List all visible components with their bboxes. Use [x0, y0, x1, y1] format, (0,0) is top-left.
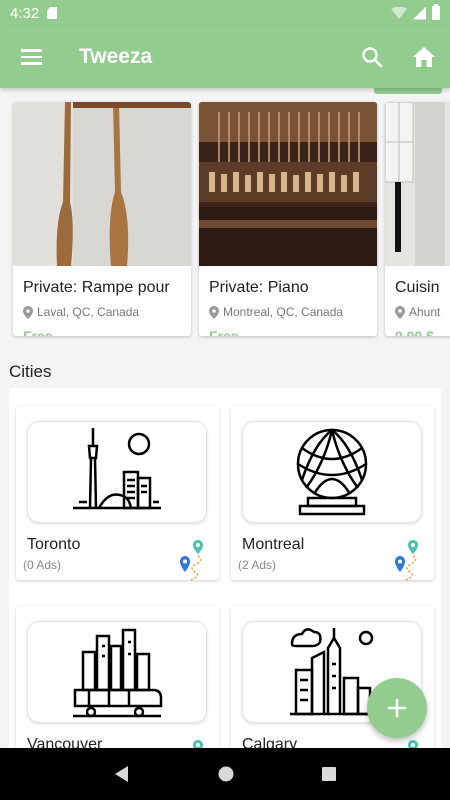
ad-image-piano: [199, 102, 377, 266]
city-name: Calgary: [242, 736, 298, 748]
see-all-button[interactable]: [374, 88, 442, 94]
toronto-skyline-icon: [27, 421, 207, 523]
route-icon: [408, 740, 418, 748]
route-icon: [193, 740, 203, 748]
menu-icon[interactable]: [0, 26, 62, 88]
home-circle-icon[interactable]: [217, 765, 235, 783]
vancouver-skyline-icon: [27, 621, 207, 723]
status-bar: 4:32: [0, 0, 450, 26]
city-name: Montreal: [242, 536, 305, 553]
ads-carousel[interactable]: Private: Rampe pour Laval, QC, Canada Fr…: [0, 102, 450, 340]
battery-icon: [432, 4, 440, 20]
city-card-toronto[interactable]: Toronto (0 Ads): [16, 406, 219, 581]
status-time: 4:32: [10, 4, 40, 22]
location-pin-icon: [209, 305, 219, 319]
city-card-vancouver[interactable]: Vancouver: [16, 606, 219, 748]
ad-card[interactable]: Private: Piano Montreal, QC, Canada Free: [199, 102, 377, 336]
ad-location: Laval, QC, Canada: [23, 305, 191, 319]
ad-card[interactable]: Cuisin Ahunt 0.00 $: [385, 102, 450, 336]
city-name: Toronto: [27, 536, 81, 553]
sd-card-icon: [47, 7, 58, 19]
ad-location-text: Montreal, QC, Canada: [223, 305, 344, 319]
recents-icon[interactable]: [321, 766, 337, 782]
city-name: Vancouver: [27, 736, 103, 748]
route-icon: [395, 540, 418, 581]
ad-title: Private: Rampe pour: [23, 279, 170, 296]
content-scroll[interactable]: Private: Rampe pour Laval, QC, Canada Fr…: [0, 88, 450, 748]
location-pin-icon: [23, 305, 33, 319]
city-card-montreal[interactable]: Montreal (2 Ads): [231, 406, 434, 581]
app-bar: Tweeza: [0, 26, 450, 88]
location-pin-icon: [395, 305, 405, 319]
app-title: Tweeza: [79, 45, 153, 68]
ad-image-paddles: [13, 102, 191, 266]
ad-price: Free: [23, 328, 53, 336]
city-ad-count: (0 Ads): [23, 558, 62, 572]
search-icon[interactable]: [346, 26, 398, 88]
route-icon: [180, 540, 203, 581]
app-actions: [346, 26, 450, 88]
montreal-biosphere-icon: [242, 421, 422, 523]
ad-title: Private: Piano: [209, 279, 309, 296]
ad-price: Free: [209, 328, 239, 336]
ad-image-kitchen: [385, 102, 450, 266]
wifi-icon: [391, 7, 407, 19]
ad-price: 0.00 $: [395, 328, 434, 336]
ad-location-text: Ahunt: [409, 305, 441, 319]
ad-location: Ahunt: [395, 305, 450, 319]
add-icon: [387, 698, 407, 718]
add-button[interactable]: [367, 678, 427, 738]
cities-section-title: Cities: [9, 362, 52, 381]
back-icon[interactable]: [113, 765, 131, 783]
screen: 4:32 Tweeza Private: Rampe pour Laval, Q…: [0, 0, 450, 800]
ad-location: Montreal, QC, Canada: [209, 305, 377, 319]
ad-location-text: Laval, QC, Canada: [37, 305, 140, 319]
system-nav-bar: [0, 748, 450, 800]
ad-card[interactable]: Private: Rampe pour Laval, QC, Canada Fr…: [13, 102, 191, 336]
status-icons: [391, 4, 440, 20]
ad-title: Cuisin: [395, 279, 440, 296]
home-icon[interactable]: [398, 26, 450, 88]
city-ad-count: (2 Ads): [238, 558, 277, 572]
signal-icon: [413, 6, 426, 20]
